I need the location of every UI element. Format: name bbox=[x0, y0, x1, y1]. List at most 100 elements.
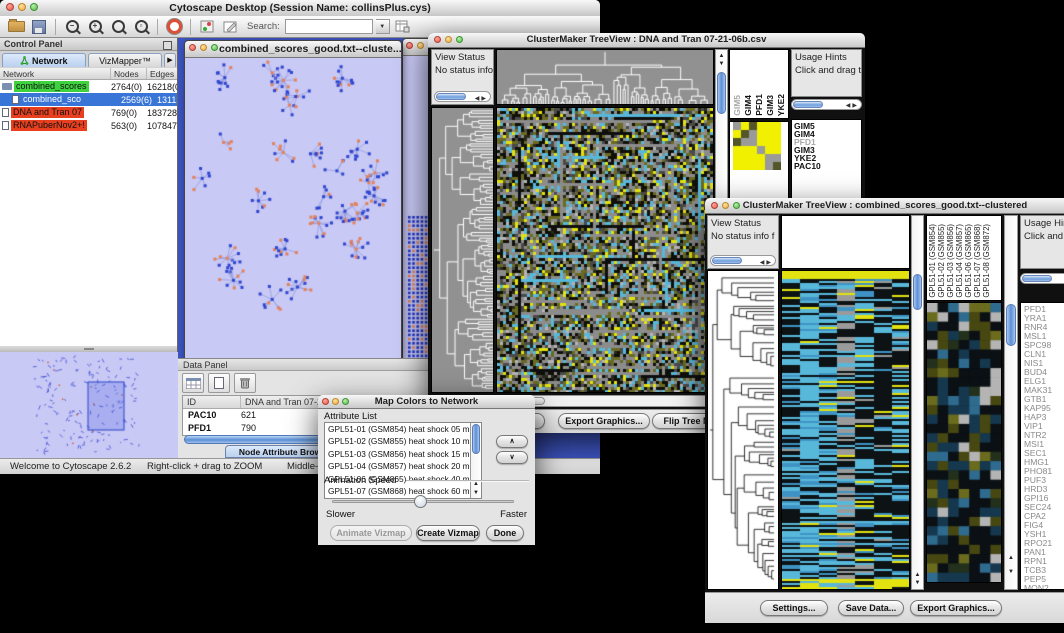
heatmap-zoom-canvas[interactable] bbox=[926, 302, 1002, 583]
zoom-vscrollbar[interactable]: ▲ ▼ bbox=[1004, 215, 1018, 590]
list-vscrollbar[interactable]: ▲ ▼ bbox=[470, 423, 481, 498]
row-label[interactable]: PAC10 bbox=[794, 162, 861, 170]
close-button[interactable] bbox=[189, 44, 196, 51]
zoom-button[interactable] bbox=[30, 3, 38, 11]
open-session-button[interactable] bbox=[6, 17, 26, 37]
scroll-thumb[interactable] bbox=[1006, 304, 1016, 346]
zoom-selected-button[interactable]: ▫ bbox=[131, 17, 151, 37]
column-label[interactable]: GIM3 bbox=[765, 95, 775, 116]
zoom-button[interactable] bbox=[733, 202, 740, 209]
global-vscrollbar[interactable]: ▲ ▼ bbox=[911, 215, 924, 590]
close-button[interactable] bbox=[322, 398, 329, 405]
status-hscrollbar[interactable]: ◀▶ bbox=[710, 255, 776, 266]
move-down-button[interactable]: ∨ bbox=[496, 451, 528, 464]
scroll-arrows[interactable]: ◀▶ bbox=[760, 258, 773, 269]
status-hscrollbar[interactable]: ◀▶ bbox=[434, 91, 491, 102]
heatmap-zoom-canvas[interactable] bbox=[733, 122, 781, 170]
create-attribute-button[interactable] bbox=[208, 373, 230, 393]
hints-hscrollbar[interactable]: ◀▶ bbox=[791, 99, 862, 110]
close-button[interactable] bbox=[711, 202, 718, 209]
heatmap-global-canvas[interactable] bbox=[496, 107, 714, 393]
hints-hscrollbar[interactable]: ◀▶ bbox=[1020, 273, 1064, 284]
column-label[interactable]: GPL51-04 (GSM857) bbox=[955, 224, 964, 298]
scroll-thumb[interactable] bbox=[436, 93, 466, 100]
export-graphics-button[interactable]: Export Graphics... bbox=[558, 413, 650, 429]
scroll-down-arrow[interactable]: ▼ bbox=[1005, 568, 1017, 576]
move-up-button[interactable]: ∧ bbox=[496, 435, 528, 448]
column-label[interactable]: YKE2 bbox=[776, 94, 786, 116]
network-overview-canvas[interactable] bbox=[0, 352, 178, 458]
column-label[interactable]: GPL51-02 (GSM855) bbox=[937, 224, 946, 298]
scroll-down-arrow[interactable]: ▼ bbox=[912, 579, 923, 587]
scroll-thumb[interactable] bbox=[913, 274, 922, 310]
tab-overflow-button[interactable]: ▶ bbox=[164, 53, 176, 67]
speed-slider-thumb[interactable] bbox=[414, 495, 427, 508]
col-edges[interactable]: Edges bbox=[147, 68, 177, 79]
network-row[interactable]: RNAPuberNov2+! 563(0) 107847(0) bbox=[0, 119, 177, 132]
search-input[interactable] bbox=[285, 19, 373, 34]
column-dendrogram-canvas[interactable] bbox=[496, 49, 714, 105]
minimize-button[interactable] bbox=[200, 44, 207, 51]
minimize-button[interactable] bbox=[332, 398, 339, 405]
attribute-item[interactable]: GPL51-07 (GSM868) heat shock 60 min bbox=[325, 485, 481, 497]
scroll-thumb[interactable] bbox=[717, 72, 726, 114]
close-button[interactable] bbox=[406, 42, 413, 49]
column-label[interactable]: GIM4 bbox=[743, 95, 753, 116]
attribute-browser-button[interactable] bbox=[393, 17, 413, 37]
column-label[interactable]: PFD1 bbox=[754, 94, 764, 116]
close-button[interactable] bbox=[434, 36, 441, 43]
network-row-selected[interactable]: combined_sco 2569(6) 13112(15) bbox=[0, 93, 177, 106]
done-button[interactable]: Done bbox=[486, 525, 524, 541]
scroll-arrows[interactable]: ◀▶ bbox=[475, 94, 488, 105]
zoom-button[interactable] bbox=[211, 44, 218, 51]
settings-button[interactable]: Settings... bbox=[760, 600, 828, 616]
gene-label[interactable]: MON2 bbox=[1024, 584, 1064, 590]
network-row[interactable]: DNA and Tran 07 769(0) 183728(0) bbox=[0, 106, 177, 119]
row-dendrogram-canvas[interactable] bbox=[707, 270, 779, 590]
attribute-item[interactable]: GPL51-01 (GSM854) heat shock 05 min bbox=[325, 423, 481, 435]
minimize-button[interactable] bbox=[18, 3, 26, 11]
zoom-button[interactable] bbox=[342, 398, 349, 405]
column-label[interactable]: GPL51-07 (GSM868) bbox=[973, 224, 982, 298]
close-button[interactable] bbox=[6, 3, 14, 11]
column-label[interactable]: GPL51-03 (GSM856) bbox=[946, 224, 955, 298]
minimize-button[interactable] bbox=[722, 202, 729, 209]
tab-vizmapper[interactable]: VizMapper™ bbox=[88, 53, 162, 67]
column-label[interactable]: GIM5 bbox=[732, 95, 742, 116]
float-panel-icon[interactable] bbox=[163, 41, 172, 50]
minimize-button[interactable] bbox=[417, 42, 424, 49]
minimize-button[interactable] bbox=[445, 36, 452, 43]
col-network[interactable]: Network bbox=[0, 68, 111, 79]
tab-network[interactable]: Network bbox=[2, 53, 86, 67]
attribute-item[interactable]: GPL51-04 (GSM857) heat shock 20 min bbox=[325, 460, 481, 472]
search-dropdown-button[interactable]: ▼ bbox=[376, 19, 390, 34]
scroll-thumb[interactable] bbox=[1022, 275, 1052, 282]
delete-attribute-button[interactable] bbox=[234, 373, 256, 393]
column-id[interactable]: ID bbox=[183, 396, 241, 408]
col-nodes[interactable]: Nodes bbox=[111, 68, 147, 79]
scroll-up-arrow[interactable]: ▲ bbox=[1005, 554, 1017, 562]
select-attributes-button[interactable] bbox=[182, 373, 204, 393]
network1-canvas[interactable] bbox=[185, 58, 399, 361]
vizmapper-button[interactable] bbox=[197, 17, 217, 37]
zoom-button[interactable] bbox=[456, 36, 463, 43]
help-button[interactable] bbox=[164, 17, 184, 37]
zoom-in-button[interactable]: + bbox=[85, 17, 105, 37]
scroll-thumb[interactable] bbox=[712, 257, 742, 264]
save-data-button[interactable]: Save Data... bbox=[838, 600, 904, 616]
column-dendrogram-panel[interactable] bbox=[781, 215, 910, 269]
scroll-down-arrow[interactable]: ▼ bbox=[716, 60, 727, 68]
network-row[interactable]: combined_scores 2764(0) 16218(0) bbox=[0, 80, 177, 93]
export-graphics-button[interactable]: Export Graphics... bbox=[910, 600, 1002, 616]
column-label[interactable]: GPL51-08 (GSM872) bbox=[982, 224, 991, 298]
row-dendrogram-canvas[interactable] bbox=[431, 107, 494, 393]
scroll-up-arrow[interactable]: ▲ bbox=[471, 480, 481, 488]
scroll-arrows[interactable]: ◀▶ bbox=[846, 102, 859, 109]
scroll-up-arrow[interactable]: ▲ bbox=[912, 571, 923, 579]
scroll-thumb[interactable] bbox=[472, 424, 480, 454]
zoom-out-button[interactable]: − bbox=[62, 17, 82, 37]
zoom-fit-button[interactable] bbox=[108, 17, 128, 37]
attribute-item[interactable]: GPL51-02 (GSM855) heat shock 10 min bbox=[325, 435, 481, 447]
heatmap-global-canvas[interactable] bbox=[781, 270, 910, 590]
scroll-thumb[interactable] bbox=[793, 101, 823, 108]
